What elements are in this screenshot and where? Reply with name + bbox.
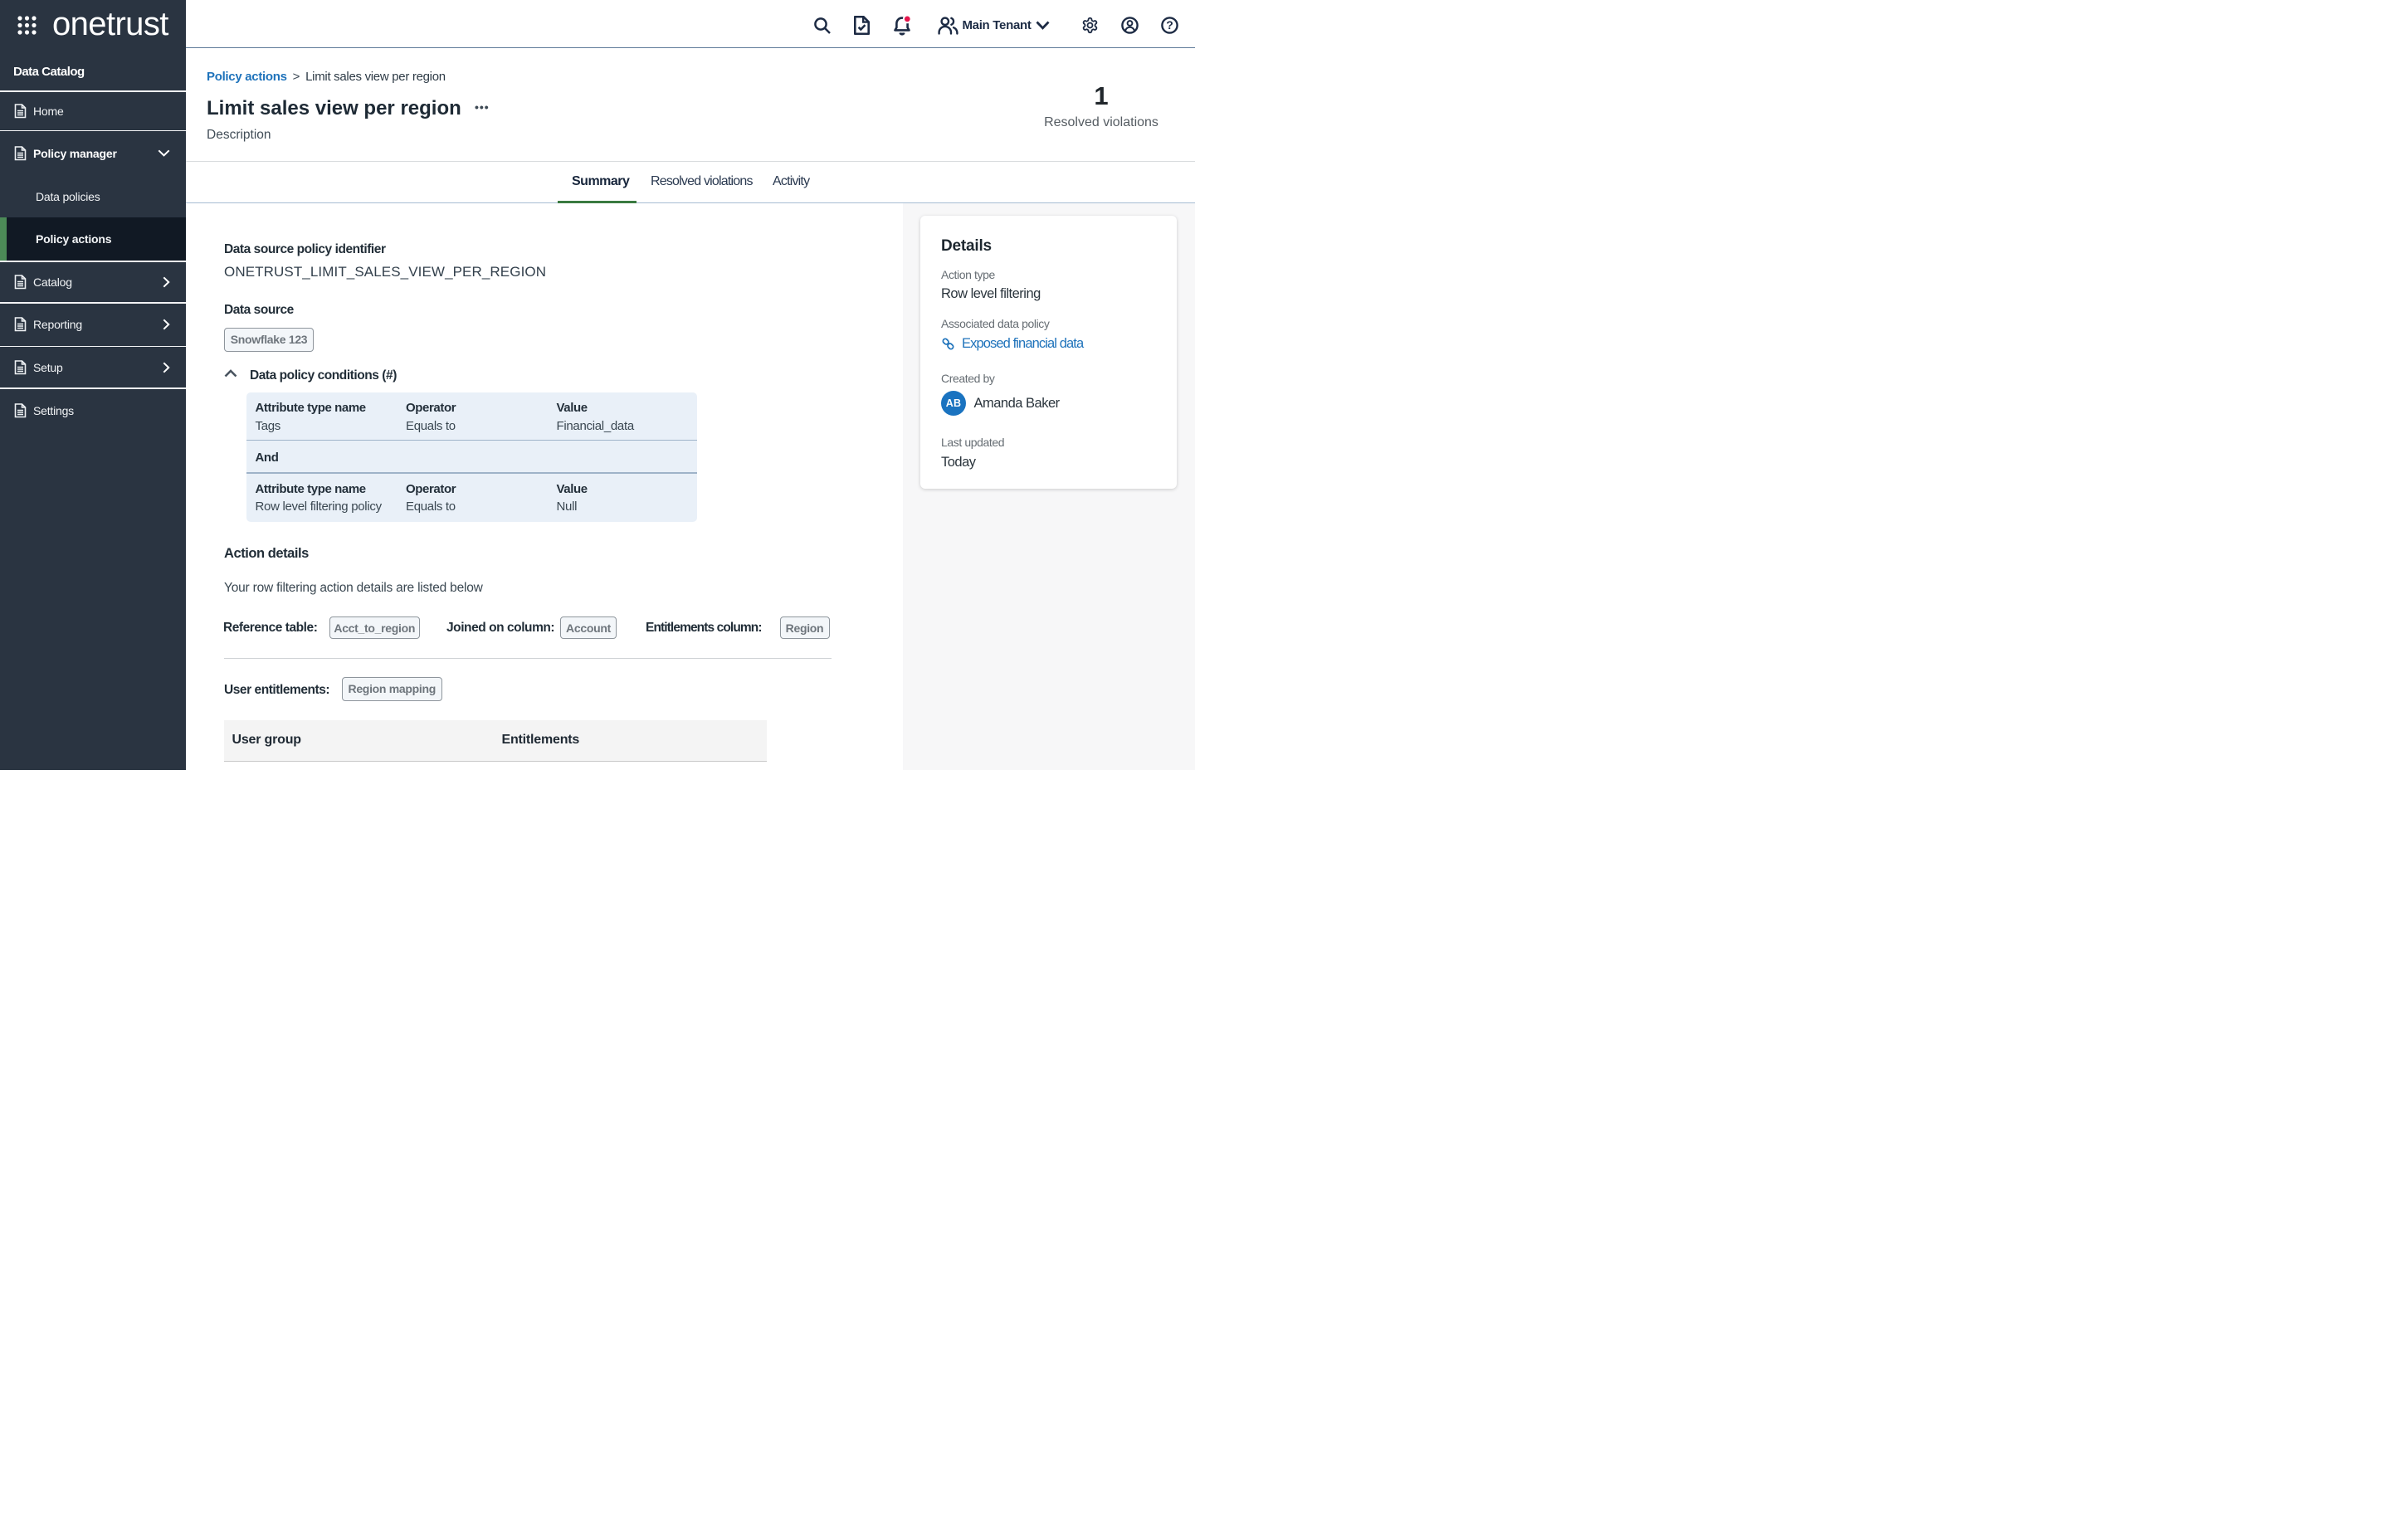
svg-text:?: ?	[1166, 18, 1173, 32]
